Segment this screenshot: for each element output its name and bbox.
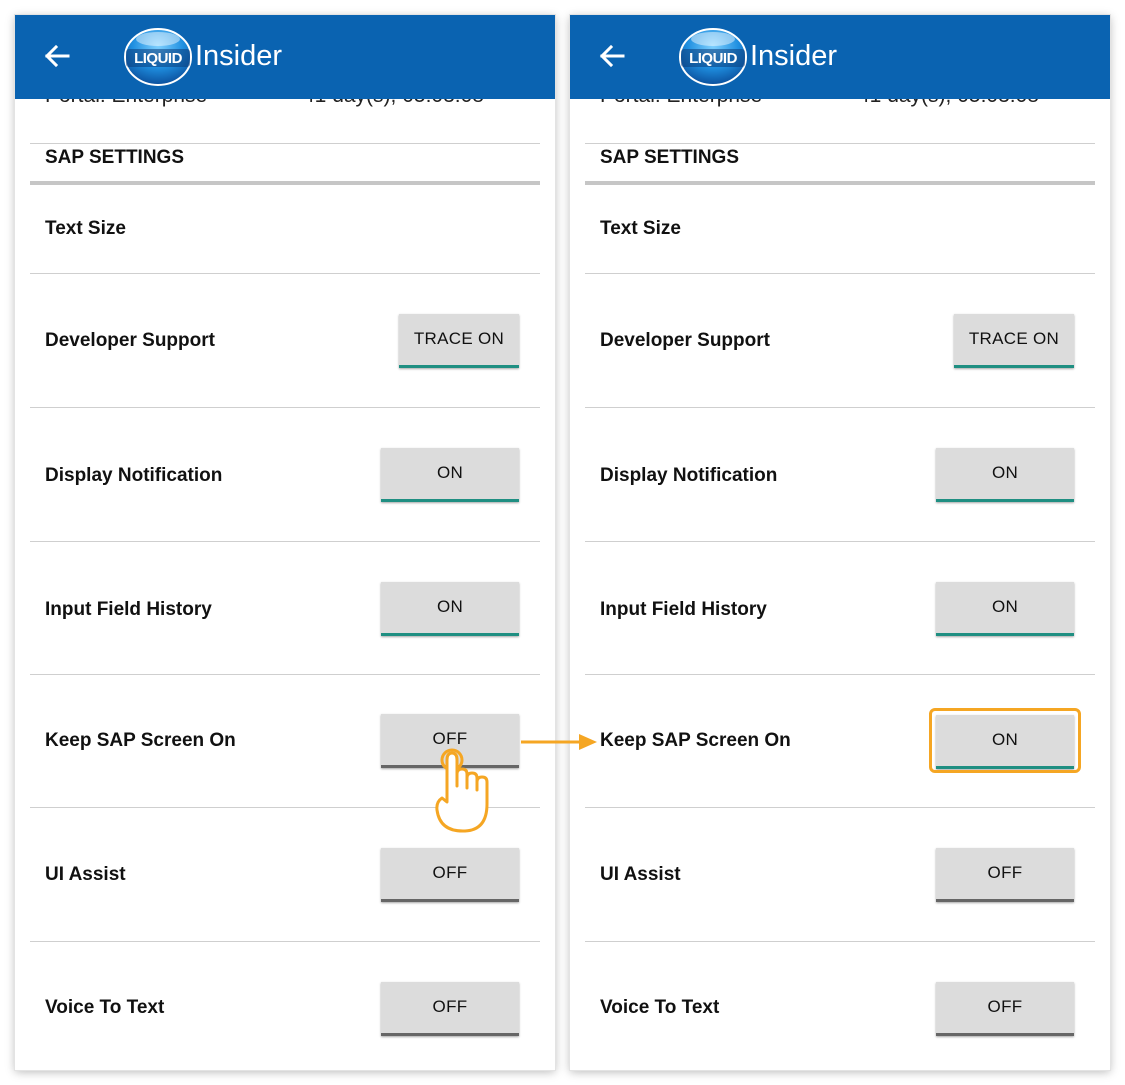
display-notification-toggle[interactable]: ON bbox=[381, 448, 519, 502]
setting-voice-to-text: Voice To Text OFF bbox=[30, 942, 540, 1070]
setting-label: Input Field History bbox=[45, 599, 212, 620]
setting-display-notification: Display Notification ON bbox=[585, 408, 1095, 541]
setting-label: Voice To Text bbox=[45, 997, 165, 1018]
setting-input-field-history: Input Field History ON bbox=[30, 542, 540, 675]
ui-assist-toggle[interactable]: OFF bbox=[381, 848, 519, 902]
setting-label: UI Assist bbox=[600, 864, 681, 885]
setting-label: Display Notification bbox=[600, 465, 778, 486]
liquid-logo-icon: LIQUID bbox=[124, 28, 192, 86]
logo-text: LIQUID bbox=[689, 50, 737, 67]
developer-support-toggle[interactable]: TRACE ON bbox=[399, 314, 519, 368]
screen-after: LIQUID Insider Portal: Enterprise 41 day… bbox=[570, 15, 1110, 1070]
section-title: SAP SETTINGS bbox=[45, 147, 185, 168]
arrow-left-icon[interactable] bbox=[43, 42, 71, 70]
input-field-history-toggle[interactable]: ON bbox=[936, 582, 1074, 636]
display-notification-toggle[interactable]: ON bbox=[936, 448, 1074, 502]
setting-label: Text Size bbox=[45, 218, 126, 239]
divider bbox=[585, 143, 1095, 144]
toggle-text: ON bbox=[991, 729, 1019, 749]
screen-before: LIQUID Insider Portal: Enterprise 41 day… bbox=[15, 15, 555, 1070]
setting-label: Developer Support bbox=[45, 330, 215, 351]
toggle-text: TRACE ON bbox=[413, 328, 505, 348]
app-bar: LIQUID Insider bbox=[570, 15, 1110, 99]
setting-text-size[interactable]: Text Size bbox=[30, 185, 540, 273]
setting-display-notification: Display Notification ON bbox=[30, 408, 540, 541]
arrow-left-icon[interactable] bbox=[598, 42, 626, 70]
setting-label: UI Assist bbox=[45, 864, 126, 885]
section-title: SAP SETTINGS bbox=[600, 147, 740, 168]
setting-voice-to-text: Voice To Text OFF bbox=[585, 942, 1095, 1070]
logo-text: LIQUID bbox=[134, 50, 182, 67]
keep-sap-screen-on-toggle[interactable]: ON bbox=[936, 715, 1074, 769]
toggle-text: TRACE ON bbox=[968, 328, 1060, 348]
ui-assist-toggle[interactable]: OFF bbox=[936, 848, 1074, 902]
developer-support-toggle[interactable]: TRACE ON bbox=[954, 314, 1074, 368]
setting-keep-sap-screen-on: Keep SAP Screen On ON bbox=[585, 675, 1095, 808]
toggle-text: ON bbox=[436, 462, 464, 482]
setting-developer-support: Developer Support TRACE ON bbox=[30, 274, 540, 407]
setting-input-field-history: Input Field History ON bbox=[585, 542, 1095, 675]
input-field-history-toggle[interactable]: ON bbox=[381, 582, 519, 636]
setting-label: Keep SAP Screen On bbox=[600, 730, 791, 751]
setting-developer-support: Developer Support TRACE ON bbox=[585, 274, 1095, 407]
setting-text-size[interactable]: Text Size bbox=[585, 185, 1095, 273]
toggle-text: OFF bbox=[432, 996, 468, 1016]
app-bar: LIQUID Insider bbox=[15, 15, 555, 99]
toggle-text: ON bbox=[991, 462, 1019, 482]
hand-pointer-icon bbox=[435, 748, 489, 833]
app-title: Insider bbox=[195, 40, 283, 72]
setting-label: Keep SAP Screen On bbox=[45, 730, 236, 751]
toggle-text: ON bbox=[991, 596, 1019, 616]
app-title: Insider bbox=[750, 40, 838, 72]
toggle-text: OFF bbox=[987, 862, 1023, 882]
voice-to-text-toggle[interactable]: OFF bbox=[381, 982, 519, 1036]
toggle-text: OFF bbox=[987, 996, 1023, 1016]
setting-label: Text Size bbox=[600, 218, 681, 239]
voice-to-text-toggle[interactable]: OFF bbox=[936, 982, 1074, 1036]
arrow-right-icon bbox=[521, 734, 597, 750]
setting-label: Input Field History bbox=[600, 599, 767, 620]
setting-label: Developer Support bbox=[600, 330, 770, 351]
toggle-text: ON bbox=[436, 596, 464, 616]
setting-ui-assist: UI Assist OFF bbox=[585, 808, 1095, 941]
setting-label: Voice To Text bbox=[600, 997, 720, 1018]
setting-label: Display Notification bbox=[45, 465, 223, 486]
toggle-text: OFF bbox=[432, 862, 468, 882]
liquid-logo-icon: LIQUID bbox=[679, 28, 747, 86]
divider bbox=[30, 143, 540, 144]
